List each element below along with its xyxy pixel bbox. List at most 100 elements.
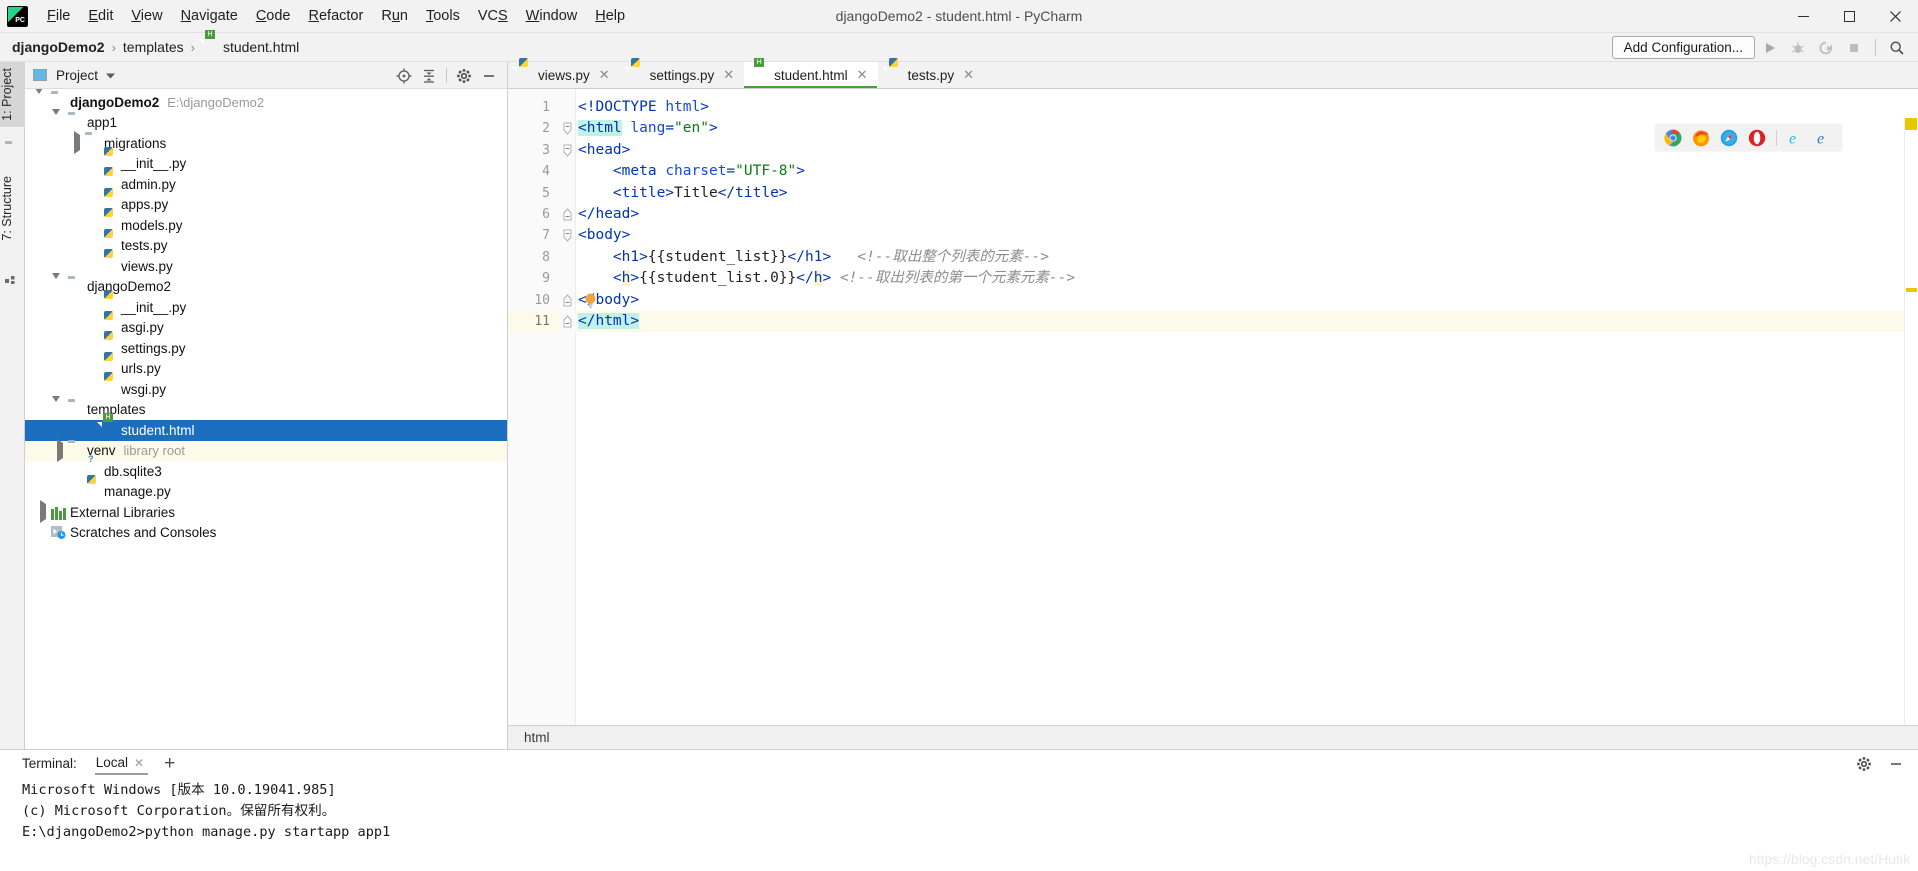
debug-icon[interactable] xyxy=(1785,35,1811,61)
editor-breadcrumb-html[interactable]: html xyxy=(524,730,550,745)
fold-marker[interactable] xyxy=(560,225,575,246)
fold-marker[interactable] xyxy=(560,140,575,161)
settings-gear-icon[interactable] xyxy=(1852,752,1876,776)
tree-item-wsgi-py[interactable]: wsgi.py xyxy=(25,379,507,400)
tree-toggle-down-icon[interactable] xyxy=(52,395,68,418)
tree-item-views-py[interactable]: views.py xyxy=(25,256,507,277)
search-everywhere-icon[interactable] xyxy=(1884,35,1910,61)
tree-item-venv[interactable]: venv library root xyxy=(25,438,507,462)
editor-marker-gutter[interactable] xyxy=(1904,116,1918,752)
safari-icon[interactable] xyxy=(1719,128,1738,147)
tree-item-tests-py[interactable]: tests.py xyxy=(25,236,507,257)
breadcrumb-project[interactable]: djangoDemo2 xyxy=(12,39,105,55)
menu-item-edit[interactable]: Edit xyxy=(79,5,122,27)
code-line[interactable]: <meta charset="UTF-8"> xyxy=(575,161,1918,182)
tree-toggle-right-icon[interactable] xyxy=(35,500,51,524)
add-configuration-button[interactable]: Add Configuration... xyxy=(1611,36,1755,59)
code-line[interactable]: <h>{{student_list.0}}</h> <!--取出列表的第一个元素… xyxy=(575,268,1918,289)
tree-item-migrations[interactable]: migrations xyxy=(25,131,507,155)
fold-marker[interactable] xyxy=(560,311,575,332)
tree-item-djangodemo2[interactable]: djangoDemo2 E:\djangoDemo2 xyxy=(25,88,507,113)
locate-icon[interactable] xyxy=(392,64,416,88)
tree-toggle-right-icon[interactable] xyxy=(52,438,68,462)
menu-item-file[interactable]: File xyxy=(38,5,79,27)
menu-item-help[interactable]: Help xyxy=(586,5,634,27)
menu-item-run[interactable]: Run xyxy=(372,5,417,27)
tree-item-external-libraries[interactable]: External Libraries xyxy=(25,500,507,524)
fold-marker[interactable] xyxy=(560,290,575,311)
intention-bulb-icon[interactable] xyxy=(584,293,597,308)
hide-panel-icon[interactable] xyxy=(477,64,501,88)
hide-panel-icon[interactable] xyxy=(1884,752,1908,776)
tree-item-urls-py[interactable]: urls.py xyxy=(25,359,507,380)
editor-tab-tests-py[interactable]: tests.py ✕ xyxy=(877,62,985,88)
editor-tab-student-html[interactable]: student.html ✕ xyxy=(744,62,878,88)
fold-marker[interactable] xyxy=(560,204,575,225)
maximize-button[interactable] xyxy=(1826,0,1872,33)
stop-icon[interactable] xyxy=(1841,35,1867,61)
tree-item-settings-py[interactable]: settings.py xyxy=(25,338,507,359)
tree-item-admin-py[interactable]: admin.py xyxy=(25,174,507,195)
settings-gear-icon[interactable] xyxy=(452,64,476,88)
menu-item-view[interactable]: View xyxy=(122,5,171,27)
warning-marker[interactable] xyxy=(1906,288,1917,292)
run-icon[interactable] xyxy=(1757,35,1783,61)
tree-item-student-html[interactable]: student.html xyxy=(25,420,507,441)
menu-item-tools[interactable]: Tools xyxy=(417,5,469,27)
code-line[interactable]: </body> xyxy=(575,290,1918,311)
terminal-tab-local[interactable]: Local ✕ xyxy=(91,752,152,775)
browser-preview-toolbar[interactable]: e e xyxy=(1655,124,1842,151)
menu-item-code[interactable]: Code xyxy=(247,5,300,27)
code-line[interactable]: </html> xyxy=(575,310,1918,333)
fold-marker[interactable] xyxy=(560,118,575,139)
collapse-all-icon[interactable] xyxy=(417,64,441,88)
chrome-icon[interactable] xyxy=(1663,128,1682,147)
opera-icon[interactable] xyxy=(1747,128,1766,147)
code-line[interactable]: <!DOCTYPE html> xyxy=(575,97,1918,118)
tree-item-db-sqlite3[interactable]: db.sqlite3 xyxy=(25,461,507,482)
close-icon[interactable]: ✕ xyxy=(723,67,734,83)
tree-item-scratches-and-consoles[interactable]: Scratches and Consoles xyxy=(25,523,507,544)
run-with-coverage-icon[interactable] xyxy=(1813,35,1839,61)
project-tree[interactable]: djangoDemo2 E:\djangoDemo2 app1 migrations _… xyxy=(25,88,507,544)
code-line[interactable]: <body> xyxy=(575,225,1918,246)
tree-toggle-right-icon[interactable] xyxy=(69,131,85,155)
firefox-icon[interactable] xyxy=(1691,128,1710,147)
code-folding-gutter[interactable] xyxy=(560,89,575,725)
tree-item-apps-py[interactable]: apps.py xyxy=(25,195,507,216)
tree-toggle-down-icon[interactable] xyxy=(35,88,51,110)
breadcrumb-file[interactable]: student.html xyxy=(223,39,299,55)
menu-item-vcs[interactable]: VCS xyxy=(469,5,517,27)
tree-toggle-down-icon[interactable] xyxy=(52,108,68,131)
editor-tab-views-py[interactable]: views.py ✕ xyxy=(508,62,620,88)
code-line[interactable]: <h1>{{student_list}}</h1> <!--取出整个列表的元素-… xyxy=(575,247,1918,268)
editor-tab-settings-py[interactable]: settings.py ✕ xyxy=(619,62,745,88)
minimize-button[interactable] xyxy=(1780,0,1826,33)
edge-icon[interactable]: e xyxy=(1815,128,1834,148)
tree-item-templates[interactable]: templates xyxy=(25,395,507,421)
menu-item-refactor[interactable]: Refactor xyxy=(300,5,373,27)
warning-marker[interactable] xyxy=(1905,118,1917,130)
tree-item--init-py[interactable]: __init__.py xyxy=(25,154,507,175)
close-icon[interactable]: ✕ xyxy=(963,67,974,83)
chevron-down-icon[interactable] xyxy=(106,68,116,83)
menu-item-window[interactable]: Window xyxy=(517,5,587,27)
editor-body[interactable]: 1 2 3 4 5 6 7 8 9 10 11 <!DOCTYPE html> <html lang=… xyxy=(508,89,1918,752)
tree-item--init-py[interactable]: __init__.py xyxy=(25,297,507,318)
close-icon[interactable]: ✕ xyxy=(599,67,610,83)
terminal-output[interactable]: Microsoft Windows [版本 10.0.19041.985] (c)… xyxy=(0,777,1918,843)
code-line[interactable]: <title>Title</title> xyxy=(575,183,1918,204)
code-line[interactable]: </head> xyxy=(575,204,1918,225)
close-icon[interactable]: ✕ xyxy=(134,756,144,770)
code-content[interactable]: <!DOCTYPE html> <html lang="en"> <head> <m… xyxy=(575,89,1918,725)
sidebar-item-project[interactable]: 1: Project xyxy=(0,62,25,127)
tree-item-models-py[interactable]: models.py xyxy=(25,215,507,236)
internet-explorer-icon[interactable]: e xyxy=(1787,128,1806,148)
tree-item-app1[interactable]: app1 xyxy=(25,108,507,134)
menu-item-navigate[interactable]: Navigate xyxy=(172,5,247,27)
tree-item-djangodemo2[interactable]: djangoDemo2 xyxy=(25,272,507,298)
tree-toggle-down-icon[interactable] xyxy=(52,272,68,295)
sidebar-item-structure[interactable]: 7: Structure xyxy=(0,170,25,247)
breadcrumb-folder[interactable]: templates xyxy=(123,39,184,55)
new-terminal-tab-button[interactable]: + xyxy=(164,754,175,773)
